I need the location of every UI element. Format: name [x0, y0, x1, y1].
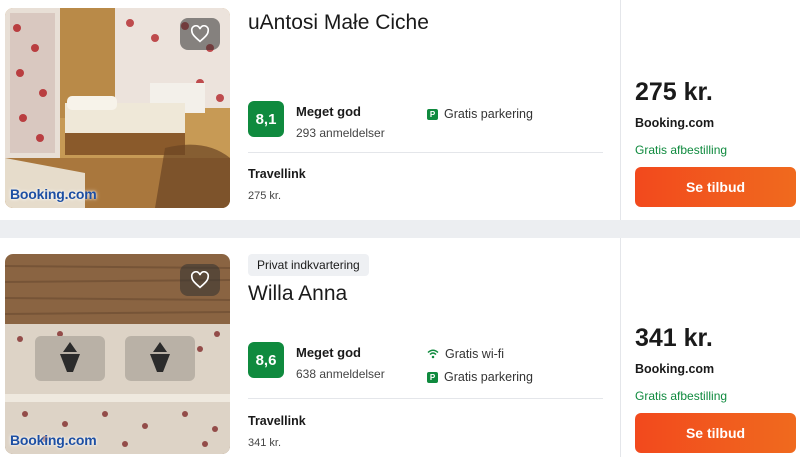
hotel-photo[interactable]: Booking.com — [5, 8, 230, 208]
column-divider — [620, 238, 621, 457]
hotel-title[interactable]: Willa Anna — [248, 282, 347, 306]
favorite-button[interactable] — [180, 18, 220, 50]
divider — [248, 152, 603, 153]
hotel-card[interactable]: Booking.com uAntosi Małe Ciche 8,1 Meget… — [0, 0, 800, 220]
amenity-label: Gratis parkering — [444, 370, 533, 384]
booking-site: Booking.com — [635, 362, 715, 376]
divider — [248, 398, 603, 399]
amenity-label: Gratis parkering — [444, 107, 533, 121]
parking-icon: P — [427, 371, 438, 383]
column-divider — [620, 0, 621, 220]
rating-score: 8,1 — [248, 101, 284, 137]
review-count[interactable]: 638 anmeldelser — [296, 367, 385, 381]
see-offer-button[interactable]: Se tilbud — [635, 167, 796, 207]
cancellation-policy: Gratis afbestilling — [635, 389, 728, 403]
heart-icon — [190, 271, 210, 289]
provider-name[interactable]: Travellink — [248, 414, 306, 428]
provider-price[interactable]: 341 kr. — [248, 437, 281, 449]
wifi-icon — [427, 349, 439, 359]
rating-label: Meget god — [296, 104, 361, 119]
heart-icon — [190, 25, 210, 43]
favorite-button[interactable] — [180, 264, 220, 296]
provider-name[interactable]: Travellink — [248, 167, 306, 181]
booking-logo: Booking.com — [10, 186, 97, 202]
hotel-card[interactable]: Booking.com Privat indkvartering Willa A… — [0, 238, 800, 457]
rating-score: 8,6 — [248, 342, 284, 378]
booking-logo: Booking.com — [10, 432, 97, 448]
price: 275 kr. — [635, 78, 713, 106]
amenity-parking: P Gratis parkering — [427, 107, 533, 121]
provider-price[interactable]: 275 kr. — [248, 190, 281, 202]
hotel-photo[interactable]: Booking.com — [5, 254, 230, 454]
hotel-title[interactable]: uAntosi Małe Ciche — [248, 11, 429, 35]
see-offer-button[interactable]: Se tilbud — [635, 413, 796, 453]
property-type-badge: Privat indkvartering — [248, 254, 369, 276]
amenity-wifi: Gratis wi-fi — [427, 347, 504, 361]
amenity-parking: P Gratis parkering — [427, 370, 533, 384]
booking-site: Booking.com — [635, 116, 715, 130]
parking-icon: P — [427, 108, 438, 120]
price: 341 kr. — [635, 324, 713, 352]
rating-label: Meget god — [296, 345, 361, 360]
review-count[interactable]: 293 anmeldelser — [296, 126, 385, 140]
card-separator — [0, 220, 800, 238]
cancellation-policy: Gratis afbestilling — [635, 143, 728, 157]
amenity-label: Gratis wi-fi — [445, 347, 505, 361]
